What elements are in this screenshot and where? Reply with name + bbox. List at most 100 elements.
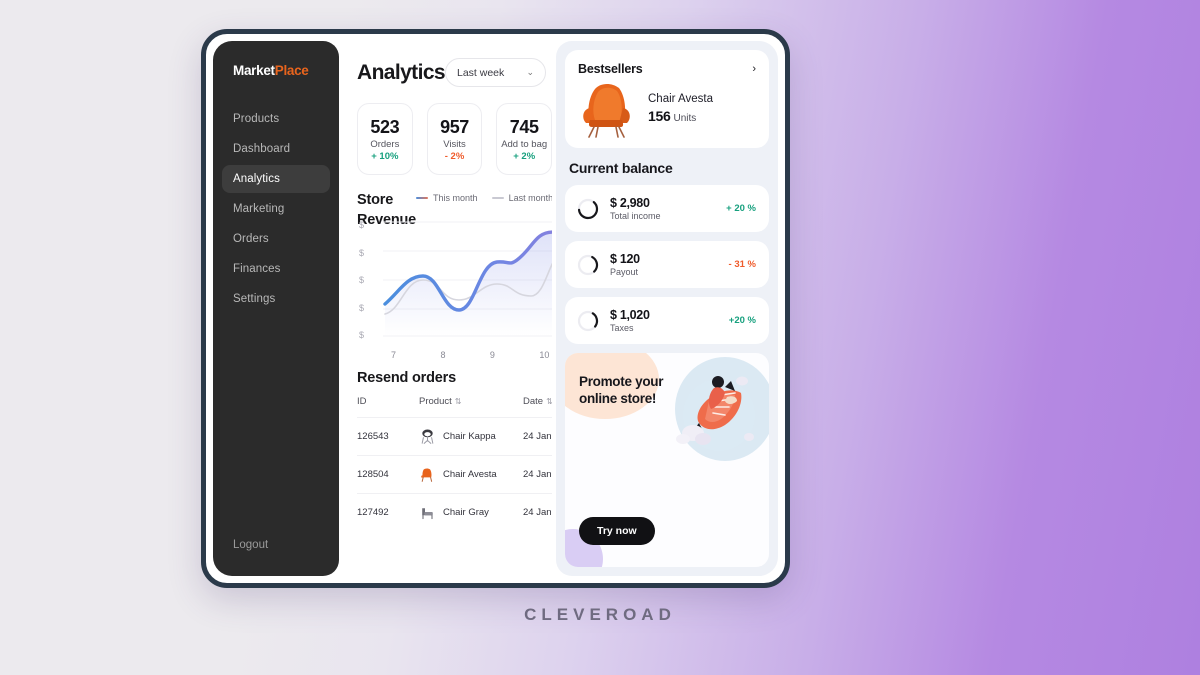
legend-swatch-icon <box>416 196 429 200</box>
sidebar: MarketPlace Products Dashboard Analytics… <box>213 41 339 576</box>
chevron-down-icon: ⌄ <box>526 67 534 77</box>
cell-product: Chair Kappa <box>419 417 523 456</box>
balance-row-payout[interactable]: $ 120 Payout - 31 % <box>565 241 769 288</box>
armchair-product-image <box>583 83 630 138</box>
app-screen: MarketPlace Products Dashboard Analytics… <box>213 41 778 576</box>
chair-avesta-icon <box>421 468 433 483</box>
stat-delta: + 10% <box>371 150 399 162</box>
column-label: Product <box>419 396 452 408</box>
product-name: Chair Avesta <box>443 469 497 481</box>
stat-label: Orders <box>370 138 400 150</box>
stat-label: Add to bag <box>501 138 548 150</box>
orders-table: ID Product⇅ Date⇅ Payment Amount 126543 <box>357 396 552 532</box>
revenue-chart[interactable]: $ $ $ $ $ 7 8 9 10 <box>357 214 552 364</box>
balance-delta: + 20 % <box>726 203 756 214</box>
sidebar-item-settings[interactable]: Settings <box>222 285 330 313</box>
cell-id: 127492 <box>357 493 419 532</box>
product-name: Chair Gray <box>443 507 489 519</box>
chart-legend: This month Last month <box>416 191 552 203</box>
main-content: Analytics Last week ⌄ 523 Orders + 10% 9… <box>339 41 552 576</box>
promo-text: Promote your online store! <box>579 373 663 408</box>
sidebar-item-dashboard[interactable]: Dashboard <box>222 135 330 163</box>
units-label: Units <box>673 112 697 124</box>
stat-delta: - 2% <box>444 150 465 162</box>
units-value: 156 <box>648 107 671 124</box>
balance-delta: - 31 % <box>728 259 756 270</box>
right-sidebar: Bestsellers › Chair Avesta 156 Units Cur… <box>556 41 778 576</box>
column-label: Date <box>523 396 544 408</box>
balance-text: $ 1,020 Taxes <box>610 308 650 333</box>
cell-date: 24 Jan <box>523 493 552 532</box>
x-tick: 9 <box>489 350 495 361</box>
stat-value: 745 <box>509 116 539 137</box>
date-range-value: Last week <box>456 66 505 79</box>
date-range-select[interactable]: Last week ⌄ <box>444 58 546 87</box>
progress-ring-icon <box>577 310 599 331</box>
legend-swatch-icon <box>491 196 504 200</box>
x-tick: 8 <box>440 350 446 361</box>
table-row[interactable]: 128504 Chair Avesta 24 Jan Paid <box>357 455 552 494</box>
promo-banner[interactable]: Promote your online store! Try now <box>565 353 769 567</box>
column-header-product[interactable]: Product ⇅ <box>419 396 523 418</box>
column-header-date[interactable]: Date⇅ <box>523 396 552 418</box>
logout-button[interactable]: Logout <box>233 539 268 551</box>
chevron-right-icon[interactable]: › <box>752 63 756 75</box>
balance-delta: +20 % <box>728 315 756 326</box>
stat-card-visits[interactable]: 957 Visits - 2% <box>426 103 483 175</box>
x-tick: 10 <box>539 350 550 361</box>
stat-card-orders[interactable]: 523 Orders + 10% <box>357 103 413 175</box>
page-title: Analytics <box>357 60 446 84</box>
bestsellers-title: Bestsellers <box>578 62 643 76</box>
rocket-illustration-icon <box>676 376 755 451</box>
sidebar-item-orders[interactable]: Orders <box>222 225 330 253</box>
cell-date: 24 Jan <box>523 455 552 494</box>
balance-row-total-income[interactable]: $ 2,980 Total income + 20 % <box>565 185 769 232</box>
column-header-id[interactable]: ID <box>357 396 419 418</box>
stat-label: Visits <box>443 138 466 150</box>
sidebar-item-finances[interactable]: Finances <box>222 255 330 283</box>
chair-kappa-icon <box>421 429 434 445</box>
main-header: Analytics Last week ⌄ <box>357 58 552 87</box>
table-row[interactable]: 126543 Chair Kappa 24 Jan Paid <box>357 417 552 456</box>
promo-line-2: online store! <box>579 391 657 407</box>
legend-item-last-month[interactable]: Last month <box>491 193 552 203</box>
balance-value: $ 120 <box>610 252 640 266</box>
sidebar-item-marketing[interactable]: Marketing <box>222 195 330 223</box>
table-row[interactable]: 127492 Chair Gray 24 Jan Unpaid <box>357 493 552 532</box>
stat-cards: 523 Orders + 10% 957 Visits - 2% 745 Add… <box>357 103 552 175</box>
stat-card-add-to-bag[interactable]: 745 Add to bag + 2% <box>496 103 552 175</box>
balance-text: $ 2,980 Total income <box>610 196 661 221</box>
cleveroad-watermark: CLEVEROAD <box>524 605 676 624</box>
y-tick: $ <box>359 247 365 258</box>
chart-y-axis: $ $ $ $ $ <box>359 220 375 340</box>
bestsellers-header: Bestsellers › <box>578 62 756 76</box>
try-now-button[interactable]: Try now <box>579 517 655 545</box>
y-tick: $ <box>359 330 365 341</box>
bestsellers-info: Chair Avesta 156 Units <box>648 93 713 126</box>
balance-value: $ 2,980 <box>610 196 650 210</box>
legend-label: This month <box>433 193 478 203</box>
cell-product: Chair Gray <box>419 493 523 532</box>
legend-item-this-month[interactable]: This month <box>416 193 478 203</box>
y-tick: $ <box>359 220 365 231</box>
y-tick: $ <box>359 275 365 286</box>
bestsellers-card[interactable]: Bestsellers › Chair Avesta 156 Units <box>565 50 769 148</box>
legend-label: Last month <box>508 193 552 203</box>
stat-delta: + 2% <box>513 150 536 162</box>
chair-gray-icon <box>422 508 433 520</box>
sidebar-item-analytics[interactable]: Analytics <box>222 165 330 193</box>
app-logo: MarketPlace <box>213 59 339 78</box>
table-title: Resend orders <box>357 370 456 387</box>
sidebar-item-products[interactable]: Products <box>222 105 330 133</box>
balance-text: $ 120 Payout <box>610 252 640 277</box>
balance-title: Current balance <box>569 160 673 176</box>
tablet-frame: MarketPlace Products Dashboard Analytics… <box>201 29 790 588</box>
balance-row-taxes[interactable]: $ 1,020 Taxes +20 % <box>565 297 769 344</box>
progress-ring-icon <box>577 254 599 275</box>
bestsellers-body: Chair Avesta 156 Units <box>578 80 756 138</box>
x-tick: 7 <box>391 350 397 361</box>
stat-value: 523 <box>370 116 400 137</box>
table-header-row: ID Product⇅ Date⇅ Payment Amount <box>357 396 552 418</box>
balance-label: Total income <box>610 211 661 221</box>
balance-label: Payout <box>610 267 639 277</box>
